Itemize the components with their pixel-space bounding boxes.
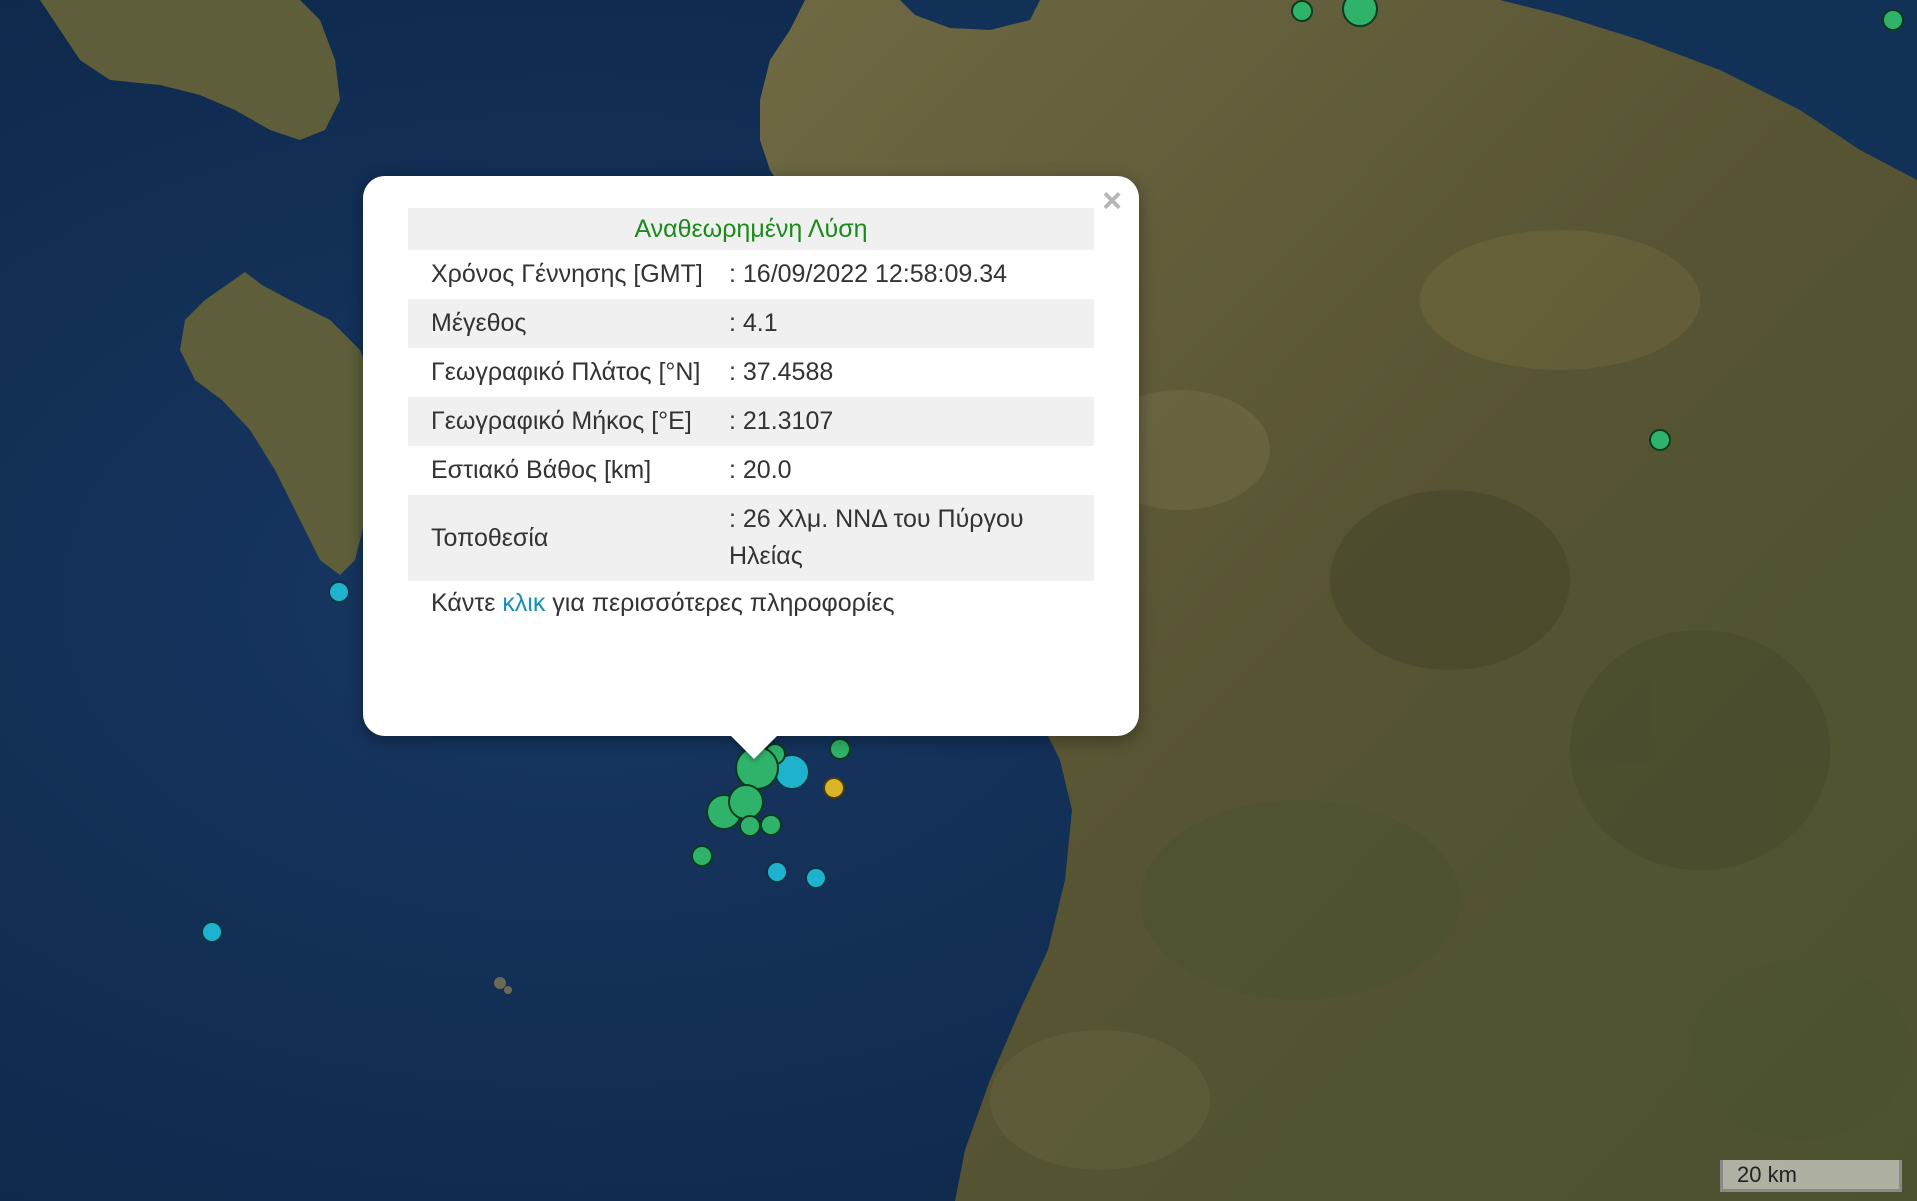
latitude-value: : 37.4588	[729, 358, 834, 386]
quake-marker[interactable]	[739, 815, 761, 837]
quake-marker[interactable]	[1291, 0, 1313, 22]
quake-marker[interactable]	[1882, 9, 1904, 31]
quake-marker[interactable]	[805, 867, 827, 889]
scale-bar: 20 km	[1720, 1160, 1902, 1192]
magnitude-value: : 4.1	[706, 299, 1094, 348]
quake-marker[interactable]	[691, 845, 713, 867]
origin-time-value: : 16/09/2022 12:58:09.34	[729, 260, 1008, 288]
popup-content: Αναθεωρημένη Λύση Χρόνος Γέννησης [GMT] …	[408, 208, 1094, 621]
table-row: Γεωγραφικό Μήκος [°E] : 21.3107	[408, 397, 1094, 446]
table-row: Γεωγραφικό Πλάτος [°N] : 37.4588	[408, 348, 1094, 397]
magnitude-label: Μέγεθος	[408, 299, 706, 348]
popup-title: Αναθεωρημένη Λύση	[408, 208, 1094, 250]
popup-footer: Κάντε κλικ για περισσότερες πληροφορίες	[408, 581, 1094, 621]
event-info-table: Χρόνος Γέννησης [GMT] : 16/09/2022 12:58…	[408, 250, 1094, 581]
footer-prefix: Κάντε	[431, 589, 503, 617]
location-value: : 26 Χλμ. ΝΝΔ του Πύργου Ηλείας	[706, 495, 1094, 581]
close-icon[interactable]: ×	[1095, 184, 1129, 218]
longitude-label: Γεωγραφικό Μήκος [°E]	[408, 397, 706, 446]
quake-marker[interactable]	[823, 777, 845, 799]
footer-suffix: για περισσότερες πληροφορίες	[545, 589, 895, 617]
location-label: Τοποθεσία	[408, 495, 706, 581]
quake-marker[interactable]	[766, 861, 788, 883]
latitude-label: Γεωγραφικό Πλάτος [°N]	[431, 358, 701, 386]
quake-marker[interactable]	[328, 581, 350, 603]
quake-marker[interactable]	[1342, 0, 1378, 27]
quake-marker[interactable]	[829, 738, 851, 760]
islet	[504, 986, 512, 994]
quake-marker[interactable]	[760, 814, 782, 836]
quake-marker[interactable]	[201, 921, 223, 943]
islet	[494, 977, 506, 989]
table-row: Μέγεθος : 4.1	[408, 299, 1094, 348]
longitude-value: : 21.3107	[706, 397, 1094, 446]
popup-tip	[730, 735, 778, 759]
depth-label: Εστιακό Βάθος [km]	[431, 456, 652, 484]
table-row: Τοποθεσία : 26 Χλμ. ΝΝΔ του Πύργου Ηλεία…	[408, 495, 1094, 581]
quake-marker[interactable]	[728, 784, 764, 820]
table-row: Εστιακό Βάθος [km] : 20.0	[408, 446, 1094, 495]
more-info-link[interactable]: κλικ	[502, 589, 545, 617]
quake-marker[interactable]	[1649, 429, 1671, 451]
earthquake-popup: × Αναθεωρημένη Λύση Χρόνος Γέννησης [GMT…	[363, 176, 1139, 736]
origin-time-label: Χρόνος Γέννησης [GMT]	[431, 260, 703, 288]
depth-value: : 20.0	[729, 456, 792, 484]
table-row: Χρόνος Γέννησης [GMT] : 16/09/2022 12:58…	[408, 250, 1094, 299]
